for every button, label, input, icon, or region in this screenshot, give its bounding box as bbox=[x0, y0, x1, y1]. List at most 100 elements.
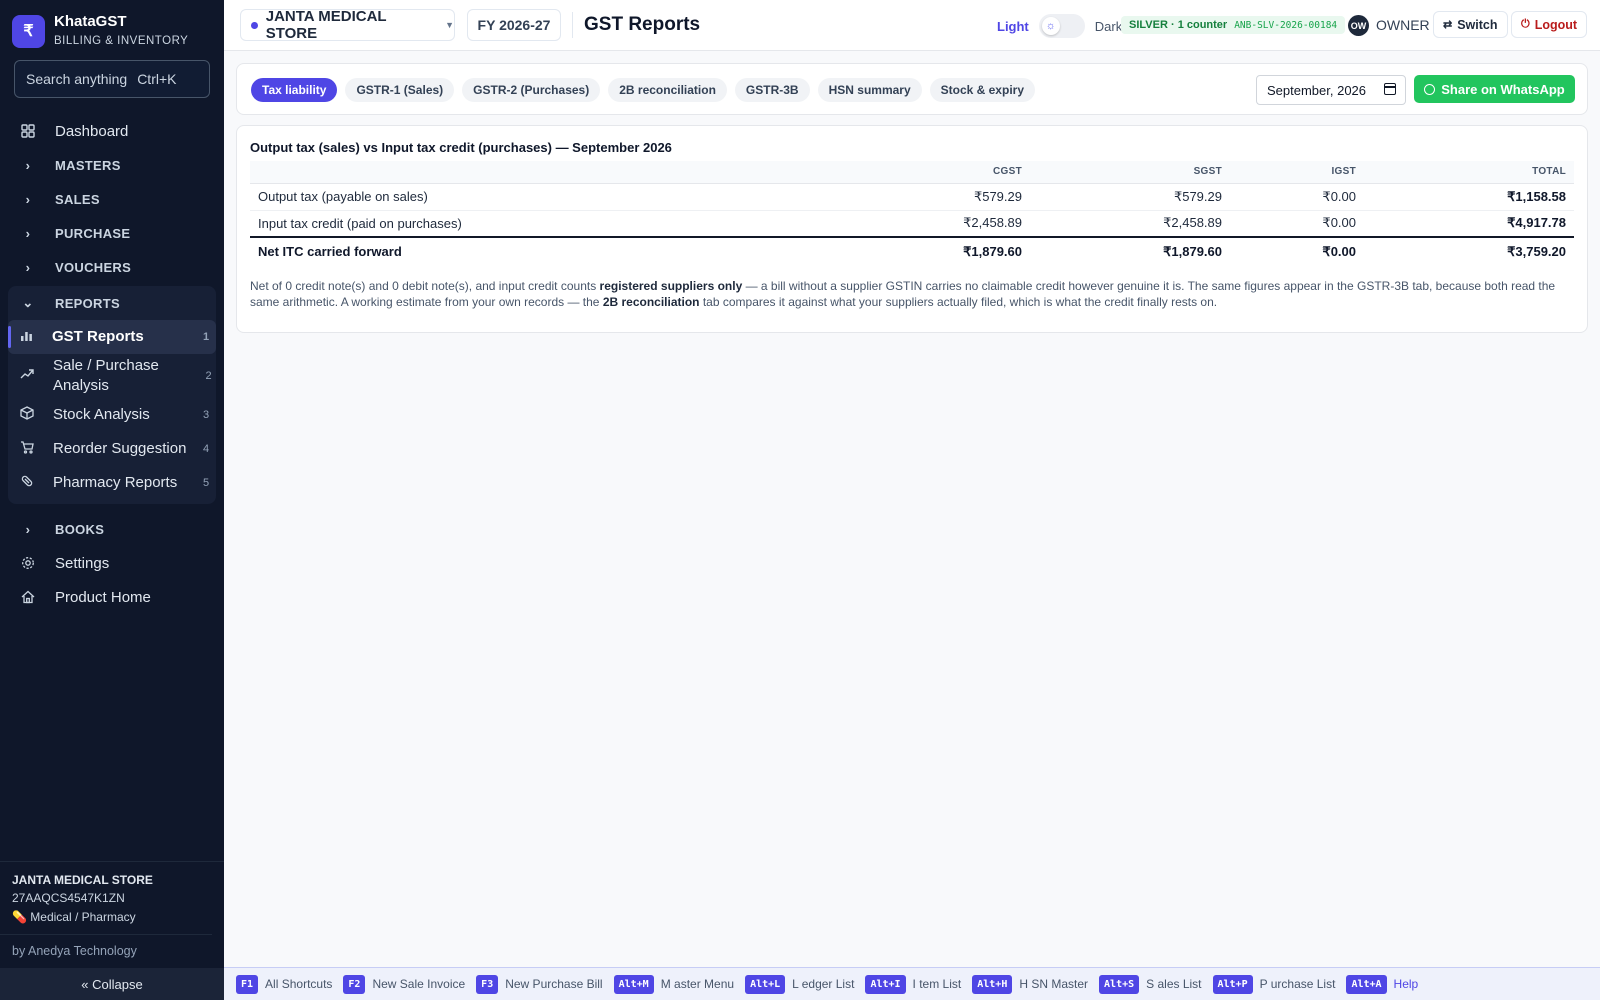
sidebar-item-reorder-suggestion[interactable]: Reorder Suggestion 4 bbox=[8, 432, 216, 466]
avatar[interactable]: OW bbox=[1348, 15, 1369, 36]
sidebar-item-pharmacy-reports[interactable]: Pharmacy Reports 5 bbox=[8, 466, 216, 500]
shortcut-help[interactable]: Alt+A Help bbox=[1346, 974, 1418, 994]
cell-sgst: ₹1,879.60 bbox=[1030, 236, 1230, 265]
report-title: Output tax (sales) vs Input tax credit (… bbox=[250, 140, 672, 155]
tab-gstr-2[interactable]: GSTR-2 (Purchases) bbox=[462, 78, 601, 102]
tab-hsn-summary[interactable]: HSN summary bbox=[817, 78, 922, 102]
shortcut-new-sale[interactable]: F2 New Sale Invoice bbox=[343, 974, 465, 994]
note-text: tab compares it against what your suppli… bbox=[699, 295, 1218, 309]
sidebar-item-label: Dashboard bbox=[55, 122, 129, 140]
row-label: Output tax (payable on sales) bbox=[250, 183, 830, 211]
tab-gstr-3b[interactable]: GSTR-3B bbox=[734, 78, 810, 102]
sidebar-item-label: GST Reports bbox=[52, 328, 144, 345]
rupee-logo-icon: ₹ bbox=[12, 14, 45, 48]
caret-down-icon: ▼ bbox=[445, 20, 454, 30]
theme-switch: Light ☼ Dark bbox=[997, 14, 1122, 38]
power-icon: ⏻ bbox=[1521, 18, 1530, 30]
sidebar-group-masters[interactable]: › MASTERS bbox=[8, 148, 216, 182]
shortcut-new-purchase[interactable]: F3 New Purchase Bill bbox=[476, 974, 603, 994]
chevron-down-icon: ⌄ bbox=[22, 295, 34, 310]
shortcut-key: Alt+P bbox=[1212, 974, 1253, 994]
sidebar-item-gst-reports[interactable]: GST Reports 1 bbox=[8, 320, 216, 354]
swap-icon: ⇄ bbox=[1443, 19, 1453, 31]
shortcut-label: All Shortcuts bbox=[265, 977, 333, 991]
table-row: Input tax credit (paid on purchases) ₹2,… bbox=[250, 210, 1574, 238]
whatsapp-icon bbox=[1424, 83, 1436, 95]
shortcut-number: 2 bbox=[205, 370, 212, 382]
sidebar-group-reports[interactable]: ⌄ REPORTS bbox=[8, 286, 216, 320]
box-icon bbox=[20, 406, 34, 424]
table-header-row: CGST SGST IGST TOTAL bbox=[250, 161, 1574, 184]
header-divider bbox=[572, 12, 573, 38]
sidebar-item-label: Reorder Suggestion bbox=[53, 440, 187, 457]
share-whatsapp-button[interactable]: Share on WhatsApp bbox=[1414, 75, 1575, 103]
sidebar-item-stock-analysis[interactable]: Stock Analysis 3 bbox=[8, 398, 216, 432]
shortcut-key: Alt+M bbox=[613, 974, 654, 994]
shortcut-all[interactable]: F1 All Shortcuts bbox=[236, 974, 333, 994]
search-input[interactable]: Search anything Ctrl+K bbox=[14, 60, 210, 98]
theme-dark-label[interactable]: Dark bbox=[1095, 19, 1122, 34]
month-value: September, 2026 bbox=[1267, 82, 1367, 98]
theme-toggle[interactable]: ☼ bbox=[1038, 14, 1085, 38]
cart-icon bbox=[20, 440, 34, 458]
shortcut-master-menu[interactable]: Alt+M M aster Menu bbox=[613, 974, 734, 994]
shortcut-sales-list[interactable]: Alt+S S ales List bbox=[1099, 974, 1202, 994]
sidebar-group-vouchers[interactable]: › VOUCHERS bbox=[8, 250, 216, 284]
fy-selector[interactable]: FY 2026-27 bbox=[467, 9, 561, 41]
shortcut-purchase-list[interactable]: Alt+P P urchase List bbox=[1212, 974, 1335, 994]
switch-button[interactable]: ⇄ Switch bbox=[1433, 11, 1508, 38]
bar-chart-icon bbox=[20, 329, 33, 346]
plan-label: SILVER · 1 counter bbox=[1129, 19, 1228, 31]
sidebar-group-sales[interactable]: › SALES bbox=[8, 182, 216, 216]
search-placeholder: Search anything bbox=[26, 71, 128, 87]
grid-icon bbox=[20, 123, 36, 139]
shortcut-label: L edger List bbox=[792, 977, 855, 991]
sun-icon: ☼ bbox=[1041, 17, 1060, 35]
sidebar-item-label: Settings bbox=[55, 554, 110, 572]
shortcut-label: New Purchase Bill bbox=[505, 977, 603, 991]
sidebar-item-product-home[interactable]: Product Home bbox=[8, 580, 216, 614]
tax-liability-table: CGST SGST IGST TOTAL Output tax (payable… bbox=[250, 161, 1574, 265]
store-selector-label: JANTA MEDICAL STORE bbox=[265, 8, 387, 42]
chevron-right-icon: › bbox=[25, 259, 31, 275]
calendar-icon[interactable] bbox=[1384, 83, 1396, 95]
sidebar-group-purchase[interactable]: › PURCHASE bbox=[8, 216, 216, 250]
shortcut-ledger-list[interactable]: Alt+L L edger List bbox=[745, 974, 855, 994]
report-toolbar: Tax liability GSTR-1 (Sales) GSTR-2 (Pur… bbox=[236, 63, 1588, 115]
report-note: Net of 0 credit note(s) and 0 debit note… bbox=[250, 278, 1576, 310]
tab-gstr-1[interactable]: GSTR-1 (Sales) bbox=[345, 78, 455, 102]
theme-light-label[interactable]: Light bbox=[997, 19, 1029, 34]
cell-igst: ₹0.00 bbox=[1230, 236, 1364, 265]
store-selector[interactable]: JANTA MEDICAL STORE ▼ bbox=[240, 8, 455, 42]
sidebar-footer: JANTA MEDICAL STORE 27AAQCS4547K1ZN 💊 Me… bbox=[0, 861, 224, 1000]
shortcut-number: 5 bbox=[202, 477, 210, 489]
cell-cgst: ₹2,458.89 bbox=[830, 210, 1030, 238]
shortcut-hsn-master[interactable]: Alt+H H SN Master bbox=[972, 974, 1089, 994]
shortcut-item-list[interactable]: Alt+I I tem List bbox=[865, 974, 961, 994]
sidebar-group-label: VOUCHERS bbox=[55, 259, 132, 275]
shortcut-number: 1 bbox=[202, 331, 210, 343]
sidebar-item-dashboard[interactable]: Dashboard bbox=[8, 114, 216, 148]
shortcut-key: F1 bbox=[236, 974, 259, 994]
shortcut-bar: F1 All Shortcuts F2 New Sale Invoice F3 New… bbox=[224, 967, 1600, 1000]
row-label: Input tax credit (paid on purchases) bbox=[250, 210, 830, 238]
tab-stock-expiry[interactable]: Stock & expiry bbox=[929, 78, 1035, 102]
shortcut-key: Alt+L bbox=[745, 974, 786, 994]
sidebar-item-sale-purchase-analysis[interactable]: Sale / Purchase Analysis 2 bbox=[8, 354, 216, 398]
sidebar-group-books[interactable]: › BOOKS bbox=[8, 512, 216, 546]
trending-up-icon bbox=[20, 367, 34, 385]
sidebar-nav: Dashboard › MASTERS › SALES › PURCHASE ›… bbox=[8, 114, 216, 614]
sidebar: ₹ KhataGST BILLING & INVENTORY Search an… bbox=[0, 0, 224, 1000]
collapse-button[interactable]: « Collapse bbox=[0, 968, 224, 1000]
shortcut-key: Alt+A bbox=[1346, 974, 1387, 994]
cell-sgst: ₹2,458.89 bbox=[1030, 210, 1230, 238]
tax-liability-card: Output tax (sales) vs Input tax credit (… bbox=[236, 125, 1588, 333]
tab-2b-reconciliation[interactable]: 2B reconciliation bbox=[608, 78, 727, 102]
month-picker[interactable]: September, 2026 bbox=[1256, 75, 1406, 105]
sidebar-item-settings[interactable]: Settings bbox=[8, 546, 216, 580]
brand[interactable]: ₹ KhataGST BILLING & INVENTORY bbox=[12, 13, 188, 49]
tab-tax-liability[interactable]: Tax liability bbox=[251, 78, 338, 102]
store-category: 💊 Medical / Pharmacy bbox=[12, 910, 136, 924]
logout-button[interactable]: ⏻ Logout bbox=[1511, 11, 1588, 38]
shortcut-label: H SN Master bbox=[1019, 977, 1089, 991]
